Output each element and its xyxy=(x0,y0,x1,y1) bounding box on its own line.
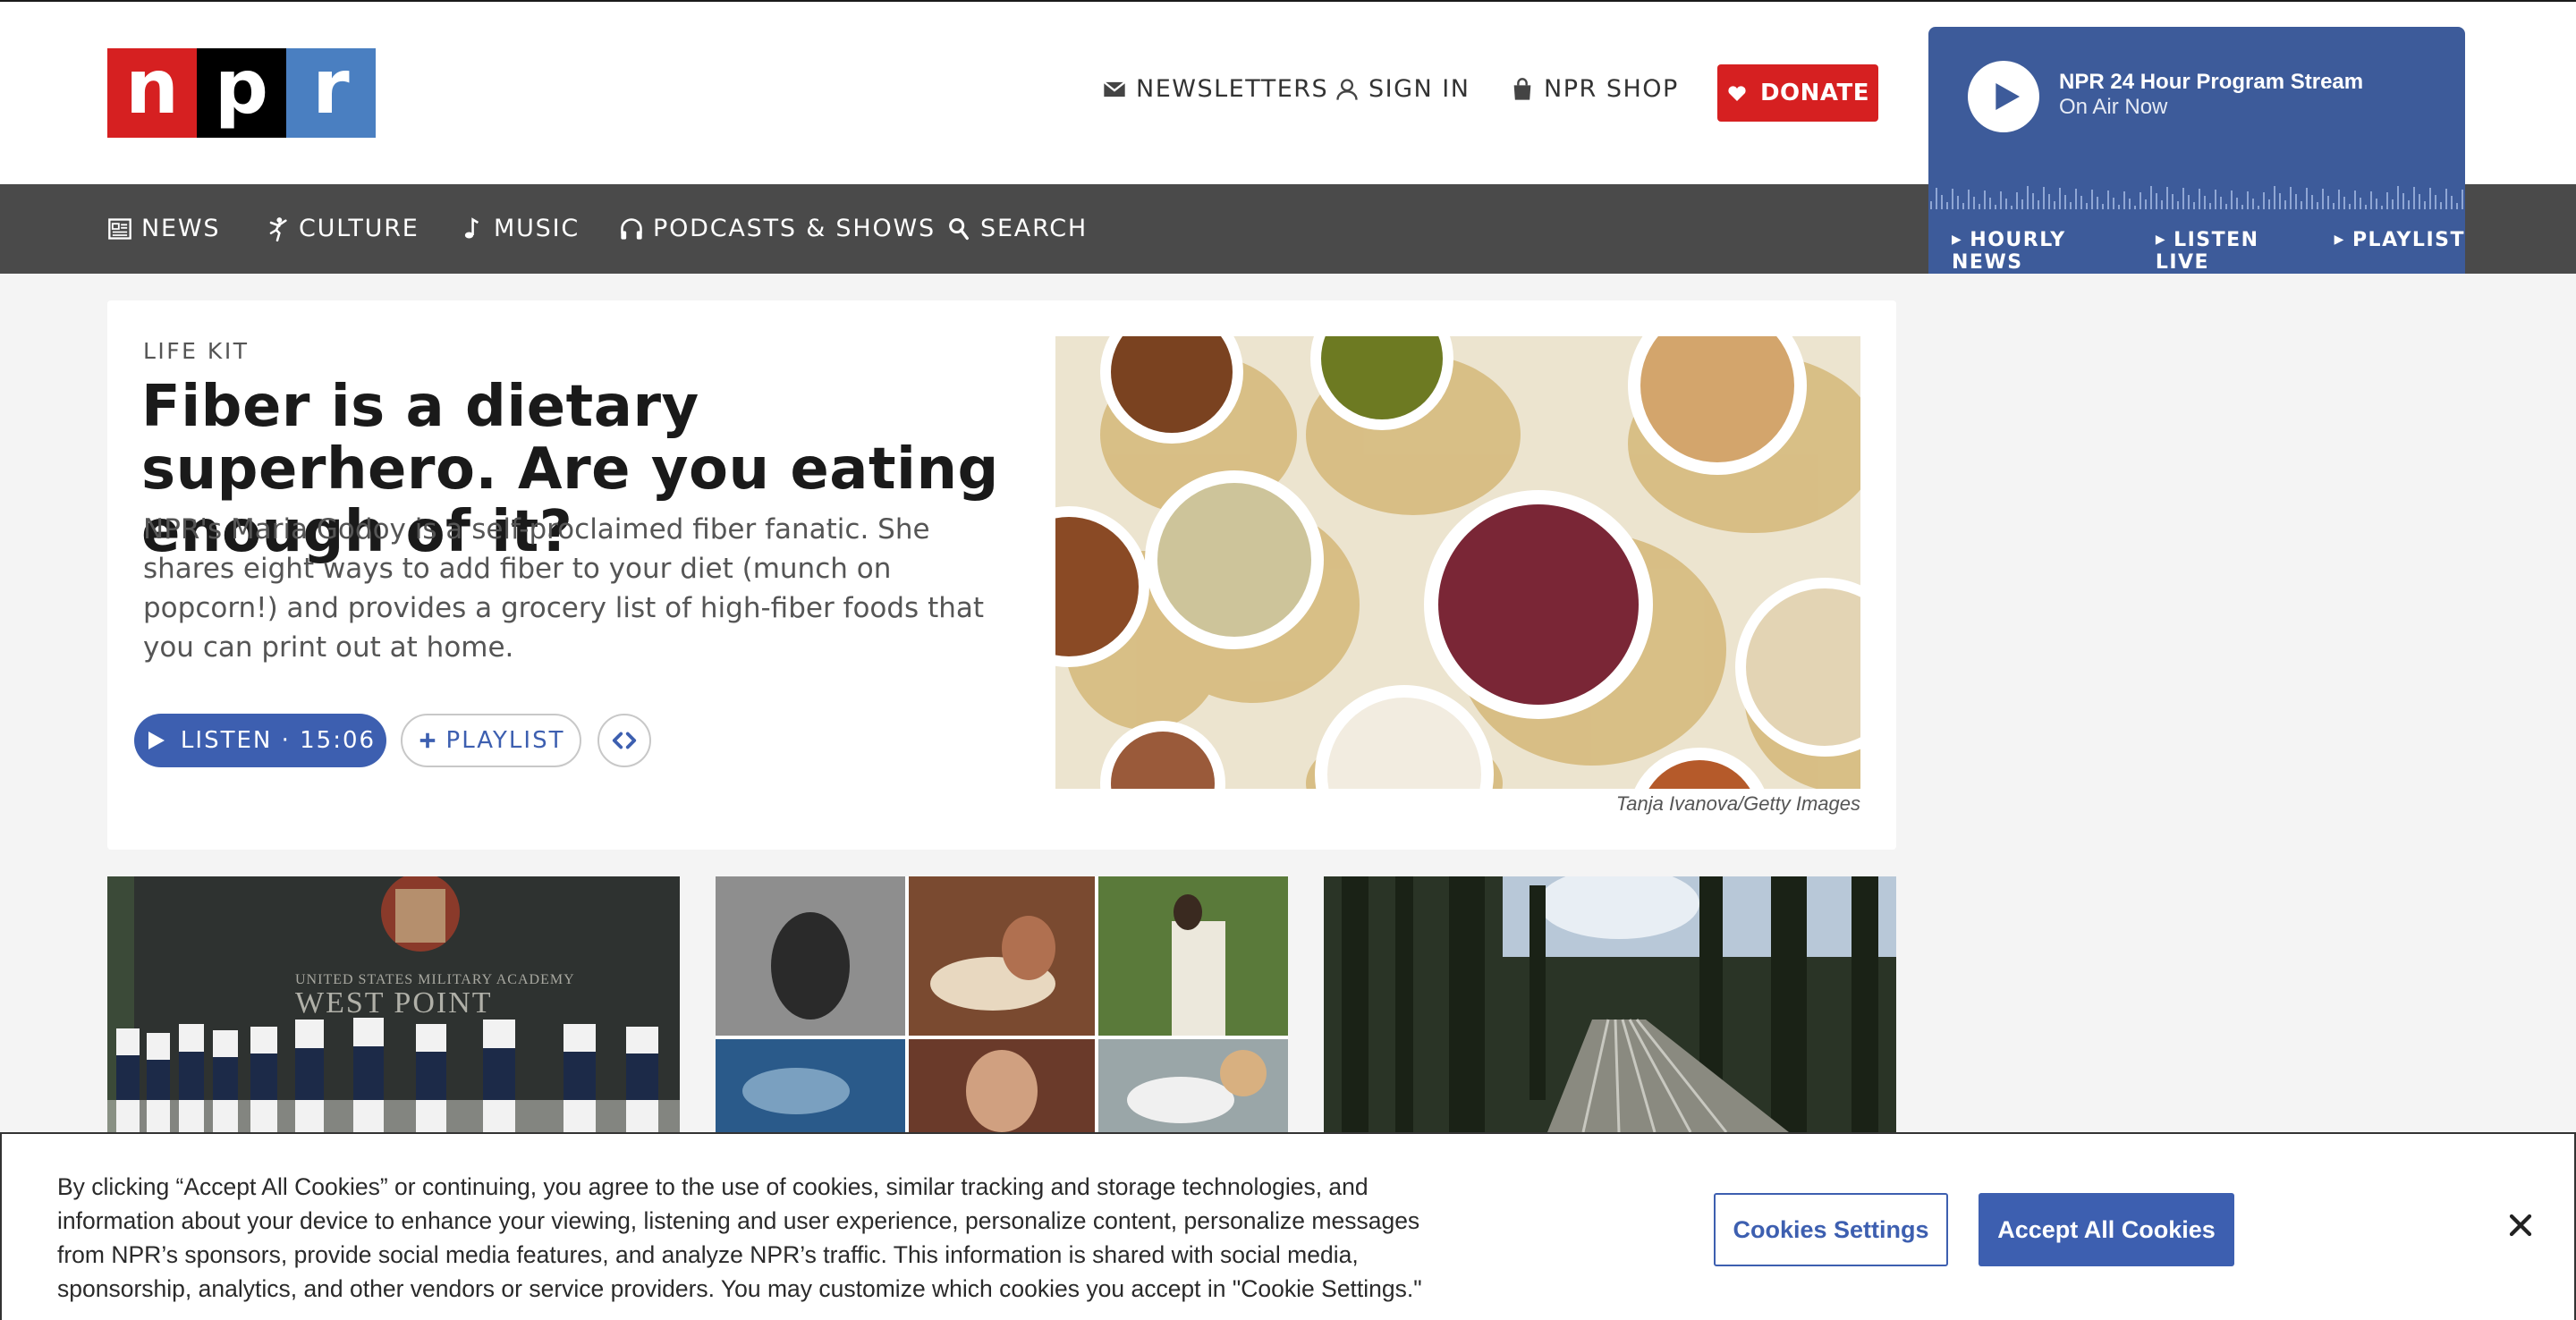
shopping-bag-icon xyxy=(1513,77,1531,100)
listen-label: LISTEN · 15:06 xyxy=(180,727,377,754)
nav-item-news[interactable]: NEWS xyxy=(107,215,220,242)
headphones-icon xyxy=(621,217,642,240)
audio-waveform xyxy=(1930,186,2463,209)
nav-item-search[interactable]: SEARCH xyxy=(946,215,1088,242)
add-to-playlist-button[interactable]: PLAYLIST xyxy=(401,714,581,767)
logo-letter-r: r xyxy=(286,48,376,138)
nav-item-podcasts[interactable]: PODCASTS & SHOWS xyxy=(619,215,936,242)
logo-letter-p: p xyxy=(197,48,286,138)
nav-label-search: SEARCH xyxy=(980,215,1089,242)
listen-live-label: LISTEN LIVE xyxy=(2155,229,2259,274)
featured-story-card: LIFE KIT Fiber is a dietary superhero. A… xyxy=(107,300,1896,850)
nav-item-music[interactable]: MUSIC xyxy=(460,215,580,242)
npr-shop-label: NPR SHOP xyxy=(1544,75,1679,103)
logo-letter-n: n xyxy=(107,48,197,138)
listen-live-link[interactable]: ▶ LISTEN LIVE xyxy=(2156,229,2304,274)
culture-collage-story-image[interactable] xyxy=(716,876,1288,1132)
cookie-consent-text: By clicking “Accept All Cookies” or cont… xyxy=(57,1173,1422,1302)
west-point-graduation-image: UNITED STATES MILITARY ACADEMY WEST POIN… xyxy=(107,876,680,1132)
story-kicker[interactable]: LIFE KIT xyxy=(143,338,249,364)
stream-title: NPR 24 Hour Program Stream xyxy=(2059,70,2364,94)
film-stills-collage-image xyxy=(716,876,1288,1132)
west-point-sign-text: UNITED STATES MILITARY ACADEMY xyxy=(295,972,575,987)
playlist-link[interactable]: ▶ PLAYLIST xyxy=(2334,229,2465,274)
npr-shop-link[interactable]: NPR SHOP xyxy=(1510,75,1679,103)
listen-button[interactable]: LISTEN · 15:06 xyxy=(134,714,386,767)
play-icon xyxy=(1996,83,2020,110)
newspaper-icon xyxy=(108,217,131,240)
close-cookie-banner-button[interactable] xyxy=(2503,1207,2538,1243)
newsletters-link[interactable]: NEWSLETTERS xyxy=(1102,75,1328,103)
hourly-news-label: HOURLY NEWS xyxy=(1952,229,2066,274)
forest-path-image xyxy=(1324,876,1896,1132)
playlist-label: PLAYLIST xyxy=(2351,229,2465,251)
bowls-of-legumes-image xyxy=(1055,336,1860,789)
embed-button[interactable] xyxy=(597,714,651,767)
triangle-right-icon: ▶ xyxy=(2334,233,2345,247)
sign-in-label: SIGN IN xyxy=(1368,75,1470,103)
newsletters-label: NEWSLETTERS xyxy=(1136,75,1329,103)
heart-icon xyxy=(1728,86,1746,101)
dancer-icon xyxy=(269,216,287,241)
west-point-name-text: WEST POINT xyxy=(295,986,493,1020)
live-stream-player: NPR 24 Hour Program Stream On Air Now ▶ H… xyxy=(1928,27,2465,274)
accept-all-cookies-button[interactable]: Accept All Cookies xyxy=(1979,1193,2234,1266)
image-credit: Tanja Ivanova/Getty Images xyxy=(1615,792,1860,815)
triangle-right-icon: ▶ xyxy=(2155,233,2167,247)
nav-item-culture[interactable]: CULTURE xyxy=(265,215,419,242)
plus-icon xyxy=(419,732,435,749)
story-teaser: NPR's Maria Godoy is a self-proclaimed f… xyxy=(143,513,985,664)
stream-status: On Air Now xyxy=(2059,95,2168,119)
music-note-icon xyxy=(464,216,479,238)
hourly-news-link[interactable]: ▶ HOURLY NEWS xyxy=(1952,229,2125,274)
west-point-story-image[interactable]: UNITED STATES MILITARY ACADEMY WEST POIN… xyxy=(107,876,680,1132)
triangle-right-icon: ▶ xyxy=(1952,233,1963,247)
nav-label-news: NEWS xyxy=(141,215,221,242)
forest-story-image[interactable] xyxy=(1324,876,1896,1132)
story-image[interactable] xyxy=(1055,336,1860,789)
playlist-button-label: PLAYLIST xyxy=(445,727,565,754)
search-icon xyxy=(949,217,969,240)
play-icon xyxy=(148,732,165,749)
envelope-icon xyxy=(1103,80,1126,97)
nav-label-culture: CULTURE xyxy=(299,215,419,242)
stream-play-button[interactable] xyxy=(1968,61,2039,132)
cookies-settings-button[interactable]: Cookies Settings xyxy=(1714,1193,1948,1266)
close-icon xyxy=(2509,1214,2532,1237)
nav-label-music: MUSIC xyxy=(494,215,580,242)
cookie-consent-banner: By clicking “Accept All Cookies” or cont… xyxy=(0,1132,2576,1320)
donate-button[interactable]: DONATE xyxy=(1717,64,1878,122)
nav-label-podcasts: PODCASTS & SHOWS xyxy=(653,215,936,242)
code-icon xyxy=(612,732,637,749)
sign-in-link[interactable]: SIGN IN xyxy=(1335,75,1470,103)
user-icon xyxy=(1336,78,1358,100)
donate-label: DONATE xyxy=(1759,80,1870,106)
npr-logo[interactable]: n p r xyxy=(107,48,376,138)
